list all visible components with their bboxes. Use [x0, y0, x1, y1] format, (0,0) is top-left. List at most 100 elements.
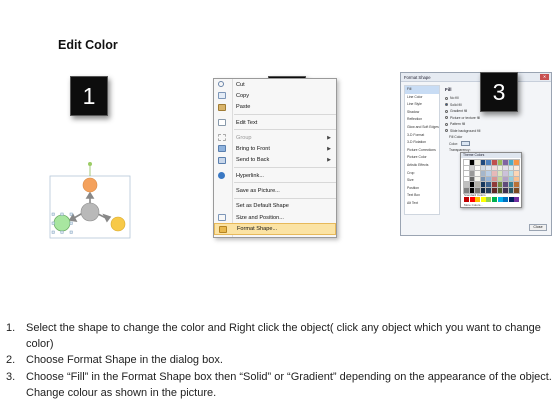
color-swatch[interactable] — [474, 175, 482, 183]
color-dropdown-button[interactable] — [461, 141, 471, 147]
color-swatch[interactable] — [468, 181, 476, 189]
close-button[interactable]: Close — [529, 224, 547, 231]
color-swatch[interactable] — [479, 175, 487, 183]
menu-item-send-to-back[interactable]: Send to Back ▶ — [214, 155, 336, 166]
menu-item-hyperlink[interactable]: Hyperlink... — [214, 170, 336, 181]
category-picture-corrections[interactable]: Picture Corrections — [405, 147, 439, 155]
standard-color-swatch[interactable] — [508, 197, 514, 202]
category-3d-format[interactable]: 3-D Format — [405, 132, 439, 140]
color-swatch[interactable] — [496, 181, 504, 189]
menu-item-paste[interactable]: Paste — [214, 102, 336, 113]
category-size[interactable]: Size — [405, 177, 439, 185]
color-swatch[interactable] — [474, 181, 482, 189]
color-swatch[interactable] — [485, 159, 493, 166]
color-swatch[interactable] — [468, 170, 476, 178]
menu-item-cut[interactable]: Cut — [214, 79, 336, 90]
color-swatch[interactable] — [496, 170, 504, 178]
color-swatch[interactable] — [474, 164, 482, 172]
color-swatch[interactable] — [474, 159, 482, 166]
standard-color-swatch[interactable] — [503, 197, 509, 202]
standard-color-swatch[interactable] — [480, 197, 486, 202]
color-swatch[interactable] — [479, 181, 487, 189]
color-swatch[interactable] — [468, 175, 476, 183]
color-swatch[interactable] — [507, 175, 515, 183]
standard-color-swatch[interactable] — [491, 197, 497, 202]
yellow-circle[interactable] — [110, 216, 126, 232]
color-swatch[interactable] — [490, 186, 498, 194]
color-swatch[interactable] — [513, 170, 521, 178]
menu-item-size-and-position[interactable]: Size and Position... — [214, 212, 336, 223]
color-swatch[interactable] — [479, 159, 487, 166]
center-gray-circle[interactable] — [80, 202, 100, 222]
color-swatch[interactable] — [513, 181, 521, 189]
color-swatch[interactable] — [507, 186, 515, 194]
more-colors-link[interactable]: More Colors... — [464, 203, 483, 207]
category-picture-color[interactable]: Picture Color — [405, 154, 439, 162]
color-swatch[interactable] — [479, 170, 487, 178]
orange-circle[interactable] — [82, 177, 98, 193]
standard-color-swatch[interactable] — [469, 197, 475, 202]
category-glow[interactable]: Glow and Soft Edges — [405, 124, 439, 132]
category-reflection[interactable]: Reflection — [405, 116, 439, 124]
color-swatch[interactable] — [468, 164, 476, 172]
menu-item-set-default-shape[interactable]: Set as Default Shape — [214, 201, 336, 212]
standard-color-swatch[interactable] — [497, 197, 503, 202]
color-swatch[interactable] — [463, 170, 470, 178]
color-swatch[interactable] — [485, 164, 493, 172]
menu-item-format-shape[interactable]: Format Shape... — [214, 223, 336, 235]
color-swatch[interactable] — [513, 175, 521, 183]
color-swatch[interactable] — [490, 170, 498, 178]
color-swatch[interactable] — [496, 186, 504, 194]
color-swatch[interactable] — [463, 181, 470, 189]
color-swatch[interactable] — [463, 175, 470, 183]
color-swatch[interactable] — [463, 159, 470, 166]
category-line-color[interactable]: Line Color — [405, 94, 439, 102]
color-swatch[interactable] — [490, 159, 498, 166]
color-swatch[interactable] — [485, 181, 493, 189]
color-swatch[interactable] — [502, 186, 510, 194]
standard-color-swatch[interactable] — [514, 197, 520, 202]
color-swatch[interactable] — [507, 170, 515, 178]
category-fill[interactable]: Fill — [405, 86, 439, 94]
color-swatch[interactable] — [485, 186, 493, 194]
color-swatch[interactable] — [468, 159, 476, 166]
category-crop[interactable]: Crop — [405, 170, 439, 178]
color-swatch[interactable] — [507, 159, 515, 166]
color-swatch[interactable] — [496, 175, 504, 183]
color-swatch[interactable] — [513, 159, 521, 166]
color-swatch[interactable] — [485, 170, 493, 178]
rotate-handle[interactable] — [88, 162, 92, 166]
menu-item-group[interactable]: Group ▶ — [214, 132, 336, 143]
category-line-style[interactable]: Line Style — [405, 101, 439, 109]
color-swatch[interactable] — [502, 170, 510, 178]
color-swatch[interactable] — [502, 164, 510, 172]
color-swatch[interactable] — [502, 175, 510, 183]
color-swatch[interactable] — [507, 164, 515, 172]
shape-diagram[interactable] — [44, 160, 136, 242]
color-swatch[interactable] — [479, 164, 487, 172]
category-artistic-effects[interactable]: Artistic Effects — [405, 162, 439, 170]
standard-color-swatch[interactable] — [464, 197, 469, 202]
close-icon[interactable]: ✕ — [540, 74, 549, 80]
green-circle-selected[interactable] — [53, 214, 71, 232]
color-swatch[interactable] — [485, 175, 493, 183]
color-swatch[interactable] — [490, 164, 498, 172]
color-swatch[interactable] — [474, 170, 482, 178]
category-shadow[interactable]: Shadow — [405, 109, 439, 117]
color-swatch[interactable] — [490, 175, 498, 183]
color-swatch[interactable] — [496, 159, 504, 166]
color-swatch[interactable] — [513, 186, 521, 194]
category-text-box[interactable]: Text Box — [405, 192, 439, 200]
category-position[interactable]: Position — [405, 185, 439, 193]
standard-color-swatch[interactable] — [475, 197, 481, 202]
color-swatch[interactable] — [502, 159, 510, 166]
category-alt-text[interactable]: Alt Text — [405, 200, 439, 208]
color-swatch[interactable] — [513, 164, 521, 172]
menu-item-copy[interactable]: Copy — [214, 90, 336, 101]
color-swatch[interactable] — [507, 181, 515, 189]
category-3d-rotation[interactable]: 3-D Rotation — [405, 139, 439, 147]
menu-item-save-as-picture[interactable]: Save as Picture... — [214, 185, 336, 196]
color-swatch[interactable] — [463, 164, 470, 172]
color-swatch[interactable] — [496, 164, 504, 172]
color-swatch[interactable] — [490, 181, 498, 189]
